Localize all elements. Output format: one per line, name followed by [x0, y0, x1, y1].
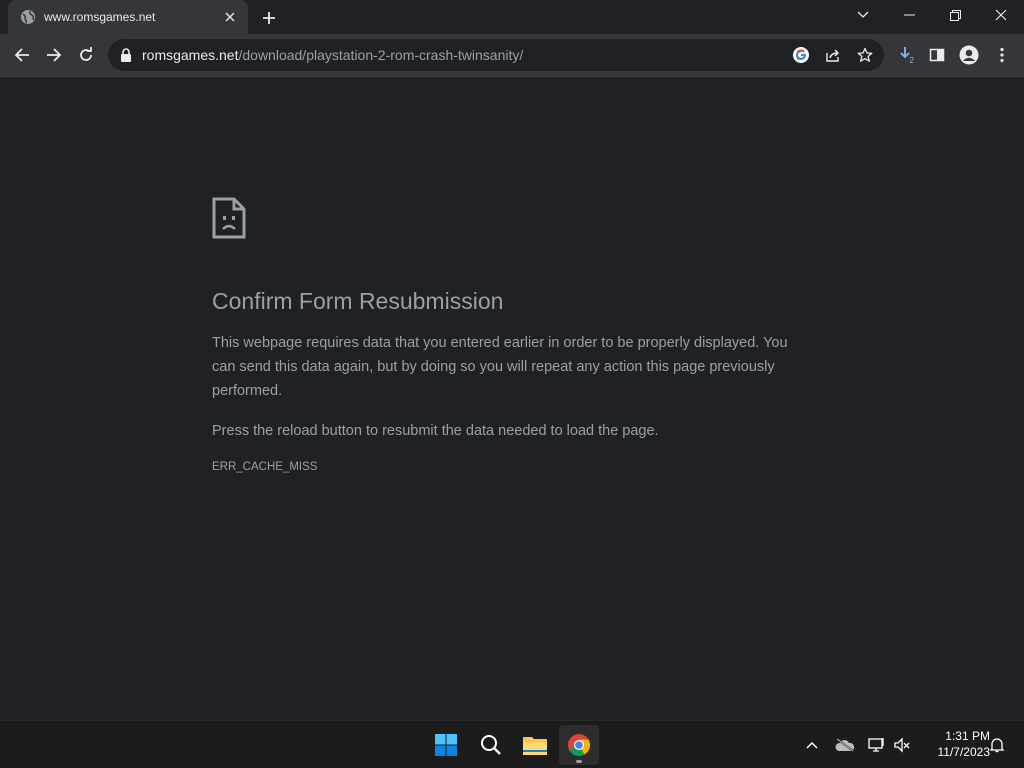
close-tab-icon[interactable]: [222, 9, 238, 25]
chrome-taskbar-button[interactable]: [559, 725, 599, 765]
error-description: This webpage requires data that you ente…: [212, 335, 788, 399]
show-hidden-icons-chevron-icon[interactable]: [800, 733, 824, 757]
chrome-icon: [568, 734, 590, 756]
active-app-indicator: [576, 760, 582, 763]
onedrive-offline-icon[interactable]: [833, 733, 857, 757]
tab-title: www.romsgames.net: [44, 10, 156, 24]
volume-muted-icon[interactable]: [890, 733, 914, 757]
globe-icon: [20, 9, 36, 25]
url-text: romsgames.net/download/playstation-2-rom…: [142, 47, 523, 63]
download-badge: 2: [910, 56, 915, 64]
forward-button[interactable]: [39, 40, 69, 70]
address-bar[interactable]: romsgames.net/download/playstation-2-rom…: [108, 39, 884, 71]
menu-kebab-icon[interactable]: [987, 40, 1017, 70]
error-heading: Confirm Form Resubmission: [212, 288, 504, 314]
tab-search-button[interactable]: [840, 0, 886, 30]
file-explorer-button[interactable]: [515, 725, 555, 765]
side-panel-button[interactable]: [922, 40, 952, 70]
search-button[interactable]: [471, 725, 511, 765]
new-tab-button[interactable]: [258, 7, 280, 29]
taskbar: 1:31 PM 11/7/2023: [0, 720, 1024, 768]
start-button[interactable]: [426, 725, 466, 765]
windows-icon: [435, 734, 457, 756]
network-icon[interactable]: [865, 733, 889, 757]
clock-time: 1:31 PM: [945, 729, 990, 743]
folder-icon: [523, 737, 547, 755]
minimize-button[interactable]: [886, 0, 932, 30]
browser-toolbar: romsgames.net/download/playstation-2-rom…: [0, 34, 1024, 77]
bookmark-star-icon[interactable]: [852, 42, 878, 68]
lock-icon[interactable]: [120, 48, 132, 62]
profile-button[interactable]: [954, 40, 984, 70]
google-lens-icon[interactable]: [788, 42, 814, 68]
url-path: /download/playstation-2-rom-crash-twinsa…: [238, 47, 524, 63]
browser-tab[interactable]: www.romsgames.net: [8, 0, 248, 34]
page-content: Confirm Form Resubmission This webpage r…: [0, 77, 1024, 720]
close-window-button[interactable]: [978, 0, 1024, 30]
search-icon: [481, 735, 501, 755]
clock-date: 11/7/2023: [937, 745, 991, 759]
back-button[interactable]: [7, 40, 37, 70]
system-clock[interactable]: 1:31 PM 11/7/2023: [916, 728, 991, 760]
notification-bell-icon[interactable]: [985, 733, 1009, 757]
restore-button[interactable]: [932, 0, 978, 30]
error-code: ERR_CACHE_MISS: [212, 461, 318, 473]
error-instruction: Press the reload button to resubmit the …: [212, 423, 659, 439]
share-icon[interactable]: [820, 42, 846, 68]
downloads-button[interactable]: 2: [892, 40, 922, 70]
sad-document-icon: [212, 197, 246, 239]
url-host: romsgames.net: [142, 47, 239, 63]
reload-button[interactable]: [71, 40, 101, 70]
tab-strip: www.romsgames.net: [0, 0, 1024, 34]
